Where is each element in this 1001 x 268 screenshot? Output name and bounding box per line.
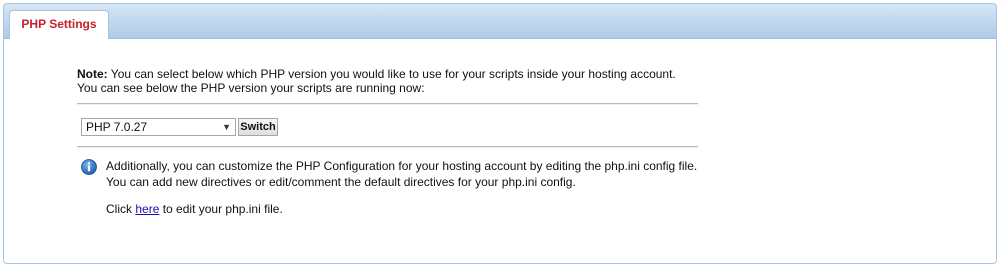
edit-php-ini-link[interactable]: here bbox=[135, 202, 159, 216]
info-line-1: Additionally, you can customize the PHP … bbox=[106, 159, 698, 173]
php-settings-content: Note: You can select below which PHP ver… bbox=[77, 67, 717, 216]
divider-bottom bbox=[77, 146, 698, 148]
info-line-2: You can add new directives or edit/comme… bbox=[106, 175, 576, 189]
php-settings-panel: PHP Settings Note: You can select below … bbox=[3, 3, 997, 264]
tab-bar: PHP Settings bbox=[4, 4, 996, 39]
info-icon bbox=[81, 159, 97, 175]
click-suffix: to edit your php.ini file. bbox=[159, 202, 283, 216]
info-text: Additionally, you can customize the PHP … bbox=[106, 158, 697, 190]
php-version-selected: PHP 7.0.27 bbox=[86, 120, 148, 134]
note-text: Note: You can select below which PHP ver… bbox=[77, 67, 717, 95]
note-line-2: You can see below the PHP version your s… bbox=[77, 81, 425, 95]
click-prefix: Click bbox=[106, 202, 136, 216]
note-line-1: You can select below which PHP version y… bbox=[107, 67, 676, 81]
tab-php-settings[interactable]: PHP Settings bbox=[9, 10, 109, 39]
divider-top bbox=[77, 103, 698, 105]
php-version-select[interactable]: PHP 7.0.27 ▼ bbox=[81, 118, 236, 136]
note-label: Note: bbox=[77, 67, 108, 81]
chevron-down-icon: ▼ bbox=[222, 122, 231, 132]
edit-php-ini-line: Click here to edit your php.ini file. bbox=[106, 202, 283, 216]
switch-button[interactable]: Switch bbox=[238, 118, 278, 136]
